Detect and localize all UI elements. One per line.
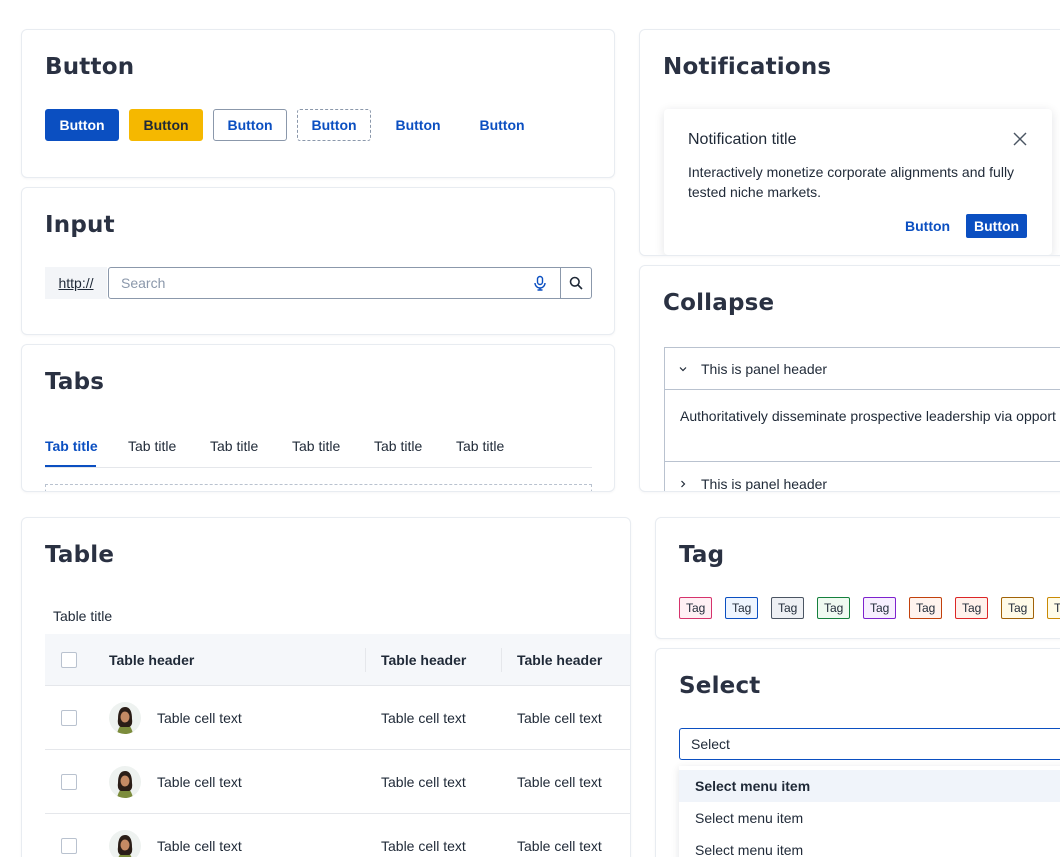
search-icon <box>569 276 583 290</box>
tag-red: Tag <box>909 597 943 619</box>
select-menu-item[interactable]: Select menu item <box>679 802 1060 834</box>
tag-gold: T <box>1047 597 1060 619</box>
input-section-title: Input <box>45 212 115 238</box>
table-row: Table cell text Table cell text Table ce… <box>45 686 630 750</box>
table-header-cell[interactable]: Table header <box>109 652 194 668</box>
tab-bar-divider <box>45 467 592 468</box>
tag-blue: Tag <box>725 597 759 619</box>
collapse-panel-header-1[interactable]: This is panel header <box>665 348 1060 389</box>
collapse-panel-header-text: This is panel header <box>701 475 828 492</box>
chevron-right-icon <box>665 479 701 489</box>
table-row: Table cell text Table cell text Table ce… <box>45 814 630 857</box>
tab-2[interactable]: Tab title <box>128 438 176 454</box>
notification-title: Notification title <box>688 131 797 148</box>
collapse-panel-group: This is panel header Authoritatively dis… <box>664 347 1060 492</box>
button-card: Button Button Button Button Button Butto… <box>21 29 615 178</box>
warning-button[interactable]: Button <box>129 109 203 141</box>
table-row: Table cell text Table cell text Table ce… <box>45 750 630 814</box>
tabs-section-title: Tabs <box>45 369 105 395</box>
table-cell: Table cell text <box>381 710 466 726</box>
active-tab-indicator <box>45 465 96 467</box>
table-header-row: Table header Table header Table header <box>45 634 630 686</box>
url-prefix-addon: http:// <box>45 267 107 299</box>
table-cell: Table cell text <box>381 774 466 790</box>
table-cell: Table cell text <box>517 838 602 854</box>
avatar <box>109 830 141 857</box>
tabs-card: Tabs Tab title Tab title Tab title Tab t… <box>21 344 615 492</box>
tag-gray: Tag <box>771 597 805 619</box>
collapse-panel-header-text: This is panel header <box>701 360 828 377</box>
close-icon[interactable] <box>1012 131 1028 147</box>
search-field <box>108 267 561 299</box>
avatar <box>109 702 141 734</box>
table-cell: Table cell text <box>157 838 242 854</box>
tab-5[interactable]: Tab title <box>374 438 422 454</box>
text-button[interactable]: Button <box>381 109 455 141</box>
tag-pink: Tag <box>679 597 713 619</box>
table-cell: Table cell text <box>517 710 602 726</box>
link-button[interactable]: Button <box>465 109 539 141</box>
collapse-card: Collapse This is panel header Authoritat… <box>639 265 1060 492</box>
select-card: Select Select Select menu item Select me… <box>655 648 1060 857</box>
table-cell: Table cell text <box>157 774 242 790</box>
table-cell: Table cell text <box>517 774 602 790</box>
tag-orange: Tag <box>955 597 989 619</box>
collapse-panel-header-2[interactable]: This is panel header <box>665 463 1060 492</box>
select-dropdown[interactable]: Select <box>679 728 1060 760</box>
tab-3[interactable]: Tab title <box>210 438 258 454</box>
notification-primary-button[interactable]: Button <box>966 214 1028 238</box>
row-checkbox[interactable] <box>61 774 77 790</box>
table-section-title: Table <box>45 542 115 568</box>
input-card: Input http:// <box>21 187 615 335</box>
microphone-icon[interactable] <box>532 275 548 291</box>
outline-button[interactable]: Button <box>213 109 287 141</box>
row-checkbox[interactable] <box>61 710 77 726</box>
select-all-checkbox[interactable] <box>61 652 77 668</box>
table-cell: Table cell text <box>381 838 466 854</box>
select-menu: Select menu item Select menu item Select… <box>679 766 1060 857</box>
table-card: Table Table title Table header Table hea… <box>21 517 631 857</box>
tag-purple: Tag <box>863 597 897 619</box>
primary-button[interactable]: Button <box>45 109 119 141</box>
table-header-cell[interactable]: Table header <box>517 652 602 668</box>
column-divider <box>501 648 502 672</box>
collapse-section-title: Collapse <box>663 290 775 316</box>
tab-6[interactable]: Tab title <box>456 438 504 454</box>
row-checkbox[interactable] <box>61 838 77 854</box>
tab-content-panel <box>45 484 592 491</box>
tab-1[interactable]: Tab title <box>45 438 98 454</box>
notification: Notification title Interactively monetiz… <box>664 109 1052 255</box>
table-cell: Table cell text <box>157 710 242 726</box>
table-title: Table title <box>53 608 113 624</box>
tag-green: Tag <box>817 597 851 619</box>
select-menu-item[interactable]: Select menu item <box>679 834 1060 857</box>
select-menu-item[interactable]: Select menu item <box>679 770 1060 802</box>
notifications-section-title: Notifications <box>663 54 832 80</box>
chevron-down-icon <box>665 364 701 374</box>
column-divider <box>365 648 366 672</box>
table-header-cell[interactable]: Table header <box>381 652 466 668</box>
tab-4[interactable]: Tab title <box>292 438 340 454</box>
avatar <box>109 766 141 798</box>
search-input[interactable] <box>109 268 509 298</box>
tag-card: Tag Tag Tag Tag Tag Tag Tag Tag Tag T <box>655 517 1060 639</box>
select-section-title: Select <box>679 673 761 699</box>
tag-section-title: Tag <box>679 542 725 568</box>
tag-yellow: Tag <box>1001 597 1035 619</box>
search-button[interactable] <box>560 267 592 299</box>
notifications-card: Notifications Notification title Interac… <box>639 29 1060 256</box>
notification-body: Interactively monetize corporate alignme… <box>688 164 1015 200</box>
notification-secondary-button[interactable]: Button <box>898 214 957 238</box>
dashed-button[interactable]: Button <box>297 109 371 141</box>
button-section-title: Button <box>45 54 135 80</box>
collapse-panel-content: Authoritatively disseminate prospective … <box>665 389 1060 462</box>
